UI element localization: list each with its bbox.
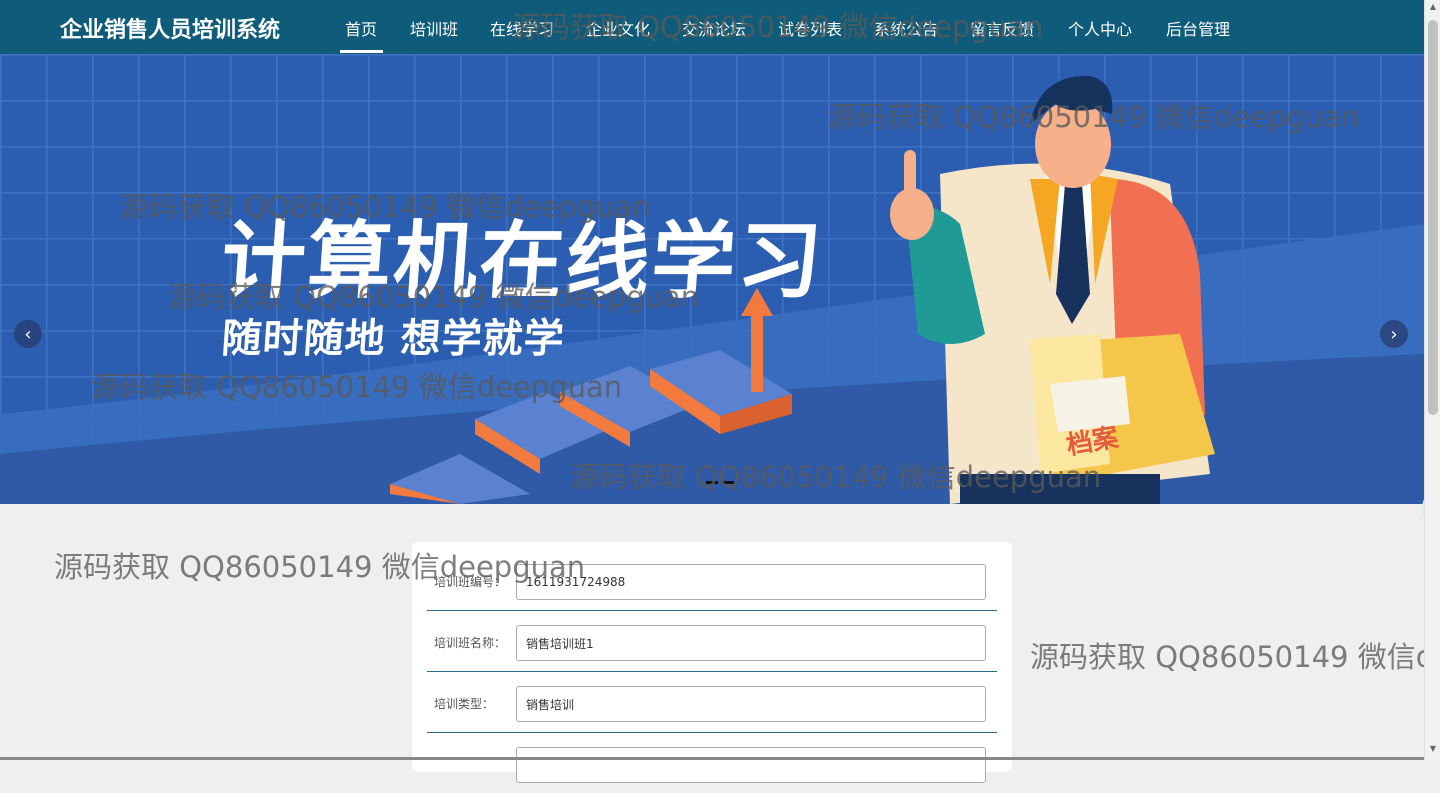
banner-headline: 计算机在线学习 [218,212,827,310]
scroll-down-icon[interactable]: ▼ [1428,744,1438,754]
carousel-indicator[interactable] [722,481,734,484]
watermark: 源码获取 QQ86050149 微信d [1030,640,1435,674]
nav-item-exam-list[interactable]: 试卷列表 [778,16,842,40]
form-row-class-number: 培训班编号： [427,564,997,611]
nav-item-forum[interactable]: 交流论坛 [682,16,746,40]
nav-item-admin[interactable]: 后台管理 [1166,16,1230,40]
nav-item-online-learning[interactable]: 在线学习 [490,16,554,40]
chevron-left-icon: ‹ [24,323,32,345]
partial-field[interactable] [516,747,986,783]
banner-subheadline: 随时随地 想学就学 [220,316,567,362]
nav-item-announcements[interactable]: 系统公告 [874,16,938,40]
carousel-prev-button[interactable]: ‹ [14,320,42,348]
chevron-right-icon: › [1390,323,1398,345]
carousel-next-button[interactable]: › [1380,320,1408,348]
field-label: 培训班编号： [434,575,507,589]
nav-item-personal-center[interactable]: 个人中心 [1068,16,1132,40]
scroll-up-icon[interactable]: ▲ [1428,2,1438,12]
form-row-partial [427,747,997,793]
training-type-field[interactable] [516,686,986,722]
vertical-scrollbar[interactable]: ▲ ▼ [1424,0,1440,760]
nav-item-home[interactable]: 首页 [339,16,384,53]
nav-item-feedback[interactable]: 留言反馈 [970,16,1034,40]
carousel-indicator[interactable] [706,481,718,484]
scrollbar-thumb[interactable] [1428,20,1438,415]
hero-carousel: 计算机在线学习 随时随地 想学就学 档案 ‹ › [0,54,1424,504]
field-label: 培训类型： [434,697,495,711]
class-name-field[interactable] [516,625,986,661]
top-navbar: 企业销售人员培训系统 首页 培训班 在线学习 企业文化 交流论坛 试卷列表 系统… [0,0,1424,54]
form-row-training-type: 培训类型： [427,686,997,733]
nav-item-training-class[interactable]: 培训班 [410,16,458,40]
training-class-detail-card: 培训班编号： 培训班名称： 培训类型： [412,542,1012,783]
site-title: 企业销售人员培训系统 [60,18,281,43]
class-number-field[interactable] [516,564,986,600]
nav-item-corporate-culture[interactable]: 企业文化 [586,16,650,40]
field-label: 培训班名称： [434,636,507,650]
carousel-indicators [706,481,734,484]
form-row-class-name: 培训班名称： [427,625,997,672]
